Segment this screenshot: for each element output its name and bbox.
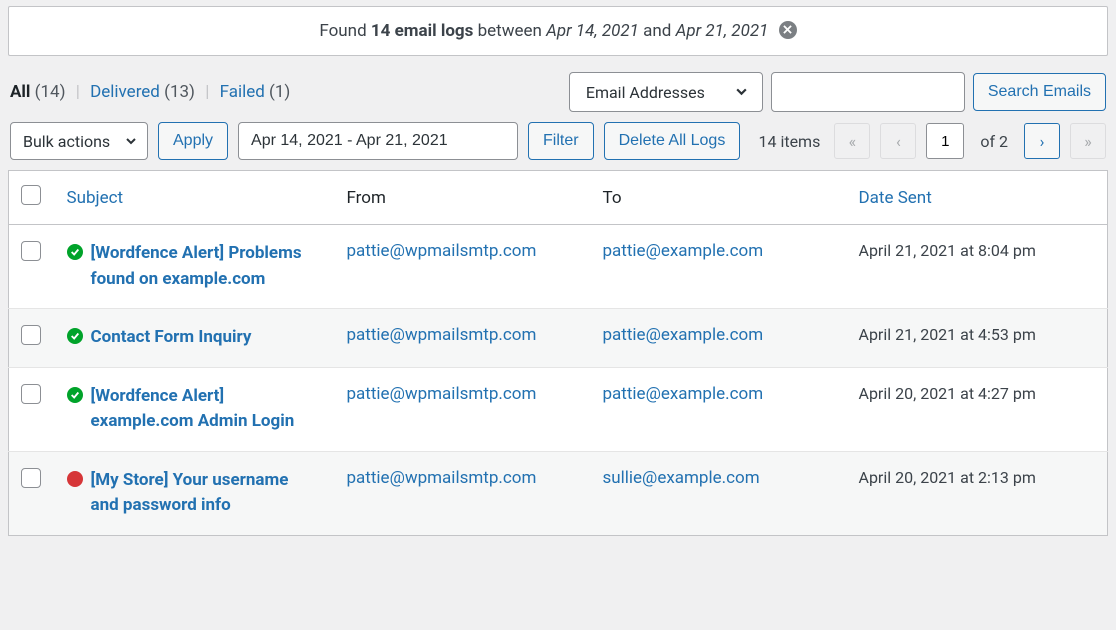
subject-link[interactable]: [My Store] Your username and password in… xyxy=(91,468,321,519)
date-sent: April 21, 2021 at 8:04 pm xyxy=(847,225,1108,309)
row-checkbox[interactable] xyxy=(21,384,41,404)
select-all-checkbox[interactable] xyxy=(21,185,41,205)
status-filter: All (14) | Delivered (13) | Failed (1) xyxy=(10,82,290,102)
status-delivered-icon xyxy=(67,328,83,344)
to-link[interactable]: sullie@example.com xyxy=(603,468,760,488)
subject-link[interactable]: Contact Form Inquiry xyxy=(91,325,252,351)
notice-date-from: Apr 14, 2021 xyxy=(546,21,639,41)
date-sent: April 20, 2021 at 2:13 pm xyxy=(847,451,1108,535)
filter-failed[interactable]: Failed (1) xyxy=(220,82,291,102)
table-row: [Wordfence Alert] Problems found on exam… xyxy=(9,225,1108,309)
bulk-actions-label: Bulk actions xyxy=(23,132,110,151)
table-header-row: Subject From To Date Sent xyxy=(9,171,1108,225)
page-of-label: of 2 xyxy=(980,132,1008,151)
to-link[interactable]: pattie@example.com xyxy=(603,325,764,345)
search-field-select[interactable]: Email Addresses xyxy=(569,72,763,112)
row-checkbox[interactable] xyxy=(21,325,41,345)
chevron-down-icon xyxy=(125,132,137,151)
separator: | xyxy=(76,82,80,102)
search-input[interactable] xyxy=(771,72,965,112)
subject-link[interactable]: [Wordfence Alert] Problems found on exam… xyxy=(91,241,321,292)
date-sent: April 20, 2021 at 4:27 pm xyxy=(847,367,1108,451)
table-body: [Wordfence Alert] Problems found on exam… xyxy=(9,225,1108,536)
date-sent: April 21, 2021 at 4:53 pm xyxy=(847,309,1108,368)
date-range-input[interactable] xyxy=(238,122,518,160)
header-subject: Subject xyxy=(55,171,335,225)
search-area: Email Addresses Search Emails xyxy=(569,72,1106,112)
row-checkbox[interactable] xyxy=(21,468,41,488)
actions-row: Bulk actions Apply Filter Delete All Log… xyxy=(0,122,1116,170)
header-date-sent: Date Sent xyxy=(847,171,1108,225)
filter-notice: Found 14 email logs between Apr 14, 2021… xyxy=(8,6,1108,56)
actions-left: Bulk actions Apply Filter Delete All Log… xyxy=(10,122,740,160)
dismiss-icon[interactable] xyxy=(779,21,797,39)
from-link[interactable]: pattie@wpmailsmtp.com xyxy=(347,468,537,488)
top-bar: All (14) | Delivered (13) | Failed (1) E… xyxy=(0,72,1116,122)
delete-all-button[interactable]: Delete All Logs xyxy=(604,122,741,160)
items-count-label: 14 items xyxy=(758,132,820,151)
subject-link[interactable]: [Wordfence Alert] example.com Admin Logi… xyxy=(91,384,321,435)
notice-count: 14 email logs xyxy=(371,21,474,41)
table-row: Contact Form Inquiry pattie@wpmailsmtp.co… xyxy=(9,309,1108,368)
notice-and: and xyxy=(639,21,676,41)
pagination: 14 items « ‹ of 2 › » xyxy=(758,123,1106,159)
filter-button[interactable]: Filter xyxy=(528,122,594,160)
search-field-label: Email Addresses xyxy=(586,83,705,102)
from-link[interactable]: pattie@wpmailsmtp.com xyxy=(347,241,537,261)
prev-page-button: ‹ xyxy=(880,123,916,159)
select-all-header xyxy=(9,171,55,225)
apply-button[interactable]: Apply xyxy=(158,122,228,160)
header-from: From xyxy=(335,171,591,225)
last-page-button: » xyxy=(1070,123,1106,159)
table-row: [My Store] Your username and password in… xyxy=(9,451,1108,535)
table-row: [Wordfence Alert] example.com Admin Logi… xyxy=(9,367,1108,451)
bulk-actions-select[interactable]: Bulk actions xyxy=(10,122,148,160)
first-page-button: « xyxy=(834,123,870,159)
status-delivered-icon xyxy=(67,387,83,403)
header-to: To xyxy=(591,171,847,225)
next-page-button[interactable]: › xyxy=(1024,123,1060,159)
notice-date-to: Apr 21, 2021 xyxy=(676,21,769,41)
search-button[interactable]: Search Emails xyxy=(973,73,1106,111)
from-link[interactable]: pattie@wpmailsmtp.com xyxy=(347,384,537,404)
separator: | xyxy=(205,82,209,102)
to-link[interactable]: pattie@example.com xyxy=(603,384,764,404)
filter-all[interactable]: All (14) xyxy=(10,82,66,102)
notice-middle: between xyxy=(473,21,546,41)
email-logs-table: Subject From To Date Sent [Wordfence Ale… xyxy=(8,170,1108,536)
row-checkbox[interactable] xyxy=(21,241,41,261)
status-failed-icon xyxy=(67,471,83,487)
page-input[interactable] xyxy=(926,123,964,159)
filter-delivered[interactable]: Delivered (13) xyxy=(90,82,195,102)
chevron-down-icon xyxy=(735,83,748,102)
from-link[interactable]: pattie@wpmailsmtp.com xyxy=(347,325,537,345)
status-delivered-icon xyxy=(67,244,83,260)
to-link[interactable]: pattie@example.com xyxy=(603,241,764,261)
notice-prefix: Found xyxy=(319,21,370,41)
